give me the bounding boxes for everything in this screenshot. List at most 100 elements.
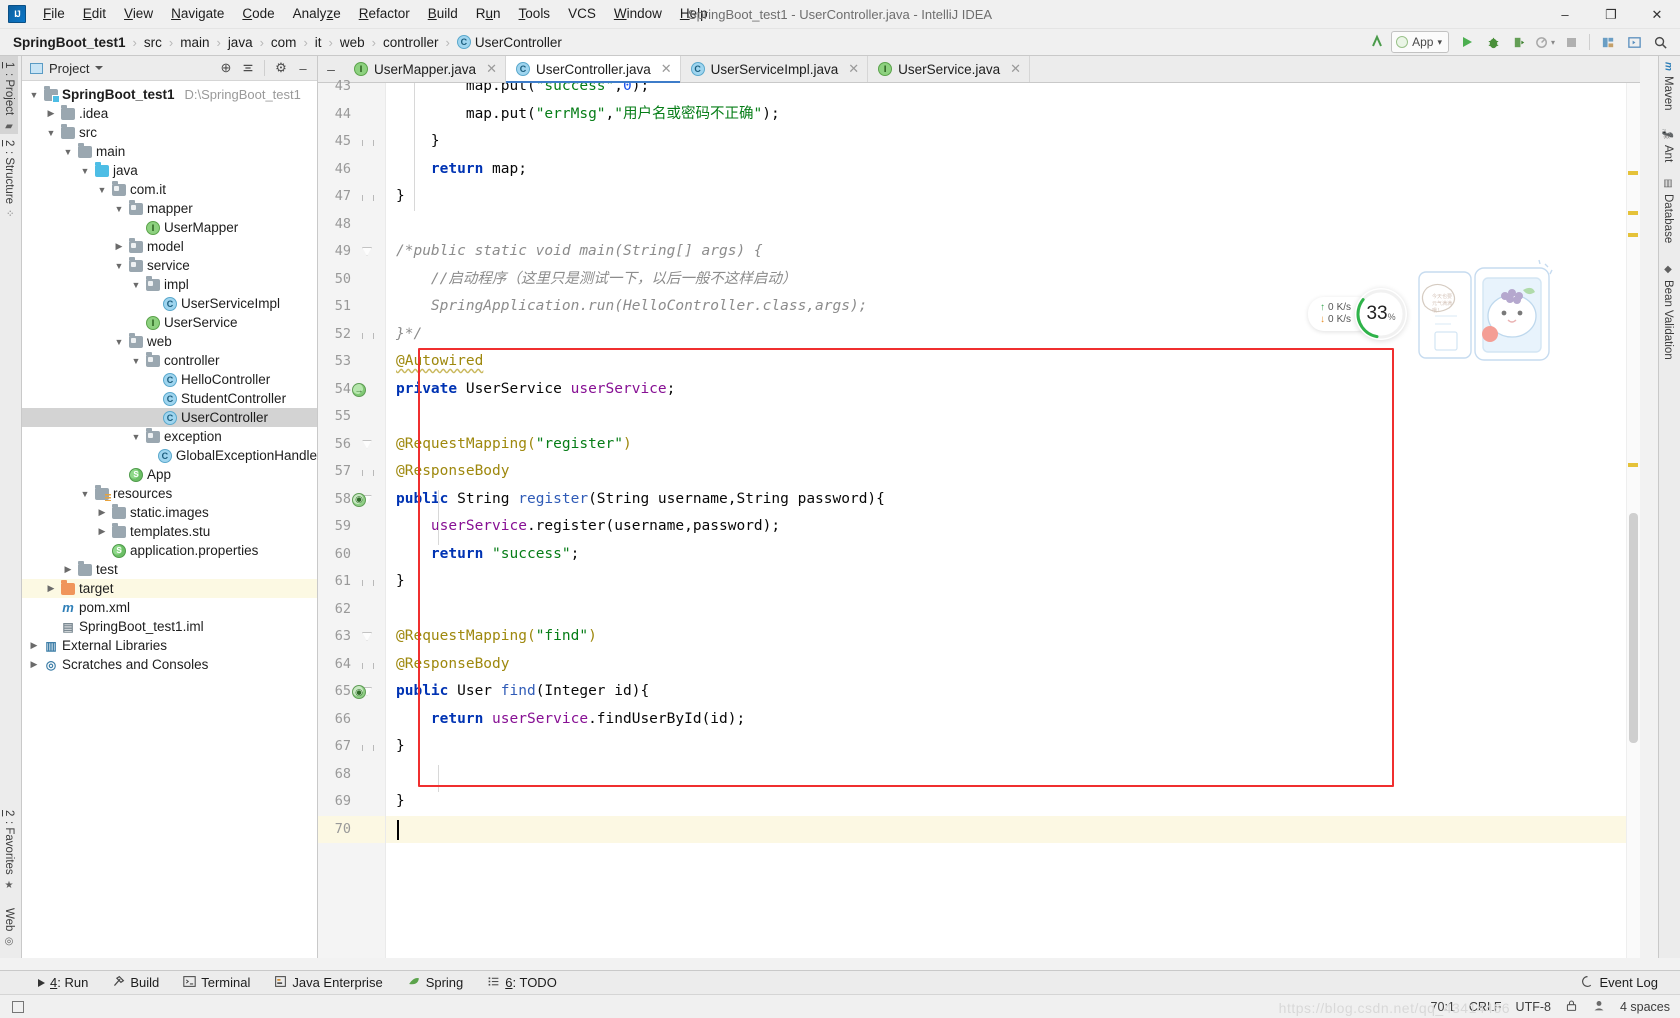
- tree-node-globalexceptionhandler[interactable]: ▶CGlobalExceptionHandler: [22, 446, 322, 465]
- chevron-down-icon[interactable]: ▼: [28, 90, 40, 100]
- sidebar-item-bean-validation[interactable]: ◆ Bean Validation: [1659, 258, 1677, 378]
- layout-icon[interactable]: [1596, 31, 1620, 53]
- tree-node-mapper[interactable]: ▼ mapper: [22, 199, 317, 218]
- chevron-down-icon[interactable]: ▼: [96, 185, 108, 195]
- tree-node-scratches-and-consoles[interactable]: ▶ ◎ Scratches and Consoles: [22, 655, 317, 674]
- sidebar-item-database[interactable]: ▥ Database: [1659, 172, 1677, 258]
- indent-setting[interactable]: 4 spaces: [1620, 1000, 1670, 1014]
- run-configuration-selector[interactable]: App ▾: [1391, 31, 1449, 53]
- editor-gutter[interactable]: 43 44 45 46 47 48 49 50 51 52 53 54 → 55 56 57 58 ◉ 59 60 61…: [318, 78, 386, 958]
- tool-window-terminal[interactable]: Terminal: [171, 972, 262, 994]
- tree-node-external-libraries[interactable]: ▶ ▥ External Libraries: [22, 636, 317, 655]
- fold-end-marker[interactable]: [362, 329, 374, 340]
- menu-file[interactable]: File: [34, 2, 74, 26]
- fold-toggle-icon[interactable]: [362, 631, 373, 642]
- sidebar-item-ant[interactable]: 🐜 Ant: [1659, 122, 1677, 172]
- tree-node-studentcontroller[interactable]: ▶CStudentController: [22, 389, 317, 408]
- tool-window-java-enterprise[interactable]: Java Enterprise: [262, 972, 394, 994]
- caret-position[interactable]: 70:1: [1431, 1000, 1455, 1014]
- breadcrumb-usercontroller[interactable]: C UserController: [454, 33, 565, 52]
- tree-node-springboot-test1-iml[interactable]: ▶▤SpringBoot_test1.iml: [22, 617, 317, 636]
- toggle-tool-windows-icon[interactable]: [12, 1000, 24, 1013]
- fold-end-marker[interactable]: [362, 466, 374, 477]
- chevron-down-icon[interactable]: ▼: [130, 280, 142, 290]
- code-editor[interactable]: 43 44 45 46 47 48 49 50 51 52 53 54 → 55 56 57 58 ◉ 59 60 61…: [318, 78, 1640, 958]
- spring-mapping-gutter-icon[interactable]: ◉: [352, 492, 366, 507]
- tree-node-exception[interactable]: ▼ exception: [22, 427, 317, 446]
- profile-button[interactable]: ▾: [1533, 31, 1557, 53]
- updates-icon[interactable]: [1622, 31, 1646, 53]
- chevron-down-icon[interactable]: ▼: [130, 432, 142, 442]
- tree-node-target[interactable]: ▶ target: [22, 579, 317, 598]
- chevron-right-icon[interactable]: ▶: [45, 583, 57, 594]
- chevron-down-icon[interactable]: ▼: [79, 489, 91, 499]
- tab-usermapper-java[interactable]: I UserMapper.java ✕: [344, 56, 506, 82]
- tree-node-com-it[interactable]: ▼ com.it: [22, 180, 317, 199]
- breadcrumb-web[interactable]: web: [337, 33, 368, 52]
- tree-node-service[interactable]: ▼ service: [22, 256, 317, 275]
- menu-help[interactable]: Help: [671, 2, 717, 26]
- network-speed-widget[interactable]: ↑ 0 K/s ↓ 0 K/s 33 % 今天也要 元气满满 哦！: [1308, 258, 1563, 369]
- chevron-down-icon[interactable]: ▼: [79, 166, 91, 176]
- tree-node-usermapper[interactable]: ▶IUserMapper: [22, 218, 317, 237]
- lock-icon[interactable]: [1565, 999, 1578, 1015]
- close-icon[interactable]: ✕: [848, 61, 859, 77]
- tree-node-java[interactable]: ▼ java: [22, 161, 317, 180]
- tree-node-controller[interactable]: ▼ controller: [22, 351, 317, 370]
- menu-run[interactable]: Run: [467, 2, 510, 26]
- tree-node-usercontroller[interactable]: ▶CUserController: [22, 408, 317, 427]
- tree-node-application-properties[interactable]: ▶Sapplication.properties: [22, 541, 317, 560]
- tree-node-springboot-test1[interactable]: ▼ SpringBoot_test1 D:\SpringBoot_test1: [22, 85, 317, 104]
- chevron-down-icon[interactable]: ▼: [113, 204, 125, 214]
- breadcrumb-src[interactable]: src: [141, 33, 165, 52]
- tree-node-resources[interactable]: ▼ resources: [22, 484, 317, 503]
- chevron-down-icon[interactable]: ▼: [113, 337, 125, 347]
- project-view-selector[interactable]: Project: [26, 61, 104, 76]
- tree-node-test[interactable]: ▶ test: [22, 560, 317, 579]
- menu-edit[interactable]: Edit: [74, 2, 115, 26]
- chevron-right-icon[interactable]: ▶: [45, 108, 57, 119]
- tool-window-run[interactable]: 4: Run: [26, 972, 100, 993]
- tree-node-userservice[interactable]: ▶IUserService: [22, 313, 317, 332]
- chevron-right-icon[interactable]: ▶: [113, 241, 125, 252]
- locate-file-button[interactable]: ⊕: [216, 58, 236, 78]
- menu-view[interactable]: View: [115, 2, 162, 26]
- menu-vcs[interactable]: VCS: [559, 2, 605, 26]
- menu-code[interactable]: Code: [233, 2, 283, 26]
- chevron-down-icon[interactable]: ▼: [62, 147, 74, 157]
- file-encoding[interactable]: UTF-8: [1516, 1000, 1551, 1014]
- tree-node-web[interactable]: ▼ web: [22, 332, 317, 351]
- menu-analyze[interactable]: Analyze: [284, 2, 350, 26]
- fold-end-marker[interactable]: [362, 659, 374, 670]
- tree-node-impl[interactable]: ▼ impl: [22, 275, 317, 294]
- fold-end-marker[interactable]: [362, 576, 374, 587]
- fold-end-marker[interactable]: [362, 741, 374, 752]
- chevron-right-icon[interactable]: ▶: [28, 640, 40, 651]
- breadcrumb-project[interactable]: SpringBoot_test1: [10, 33, 129, 52]
- sidebar-item-structure[interactable]: 2: Structure ⁘: [0, 134, 18, 230]
- sidebar-item-project[interactable]: 1: Project ▰: [0, 56, 18, 134]
- tree-node-pom-xml[interactable]: ▶mpom.xml: [22, 598, 317, 617]
- tool-window-event-log[interactable]: Event Log: [1569, 972, 1670, 994]
- tree-node-main[interactable]: ▼ main: [22, 142, 317, 161]
- breadcrumb-java[interactable]: java: [225, 33, 256, 52]
- menu-navigate[interactable]: Navigate: [162, 2, 233, 26]
- close-icon[interactable]: ✕: [661, 61, 672, 77]
- tree-node-app[interactable]: ▶SApp: [22, 465, 317, 484]
- chevron-down-icon[interactable]: ▼: [113, 261, 125, 271]
- tree-node-hellocontroller[interactable]: ▶CHelloController: [22, 370, 317, 389]
- editor-marker-bar[interactable]: [1626, 83, 1640, 958]
- run-with-coverage-button[interactable]: [1507, 31, 1531, 53]
- tool-window-todo[interactable]: 6: TODO: [475, 972, 569, 994]
- implementation-gutter-icon[interactable]: →: [352, 382, 366, 397]
- breadcrumb-controller[interactable]: controller: [380, 33, 442, 52]
- hide-panel-button[interactable]: –: [293, 58, 313, 78]
- minimize-button[interactable]: –: [1542, 0, 1588, 29]
- maximize-button[interactable]: ❐: [1588, 0, 1634, 29]
- close-button[interactable]: ✕: [1634, 0, 1680, 29]
- spring-mapping-gutter-icon[interactable]: ◉: [352, 685, 366, 699]
- tool-window-build[interactable]: Build: [100, 972, 171, 994]
- tree-node-src[interactable]: ▼ src: [22, 123, 317, 142]
- user-icon[interactable]: [1592, 999, 1606, 1015]
- breadcrumb-main[interactable]: main: [177, 33, 212, 52]
